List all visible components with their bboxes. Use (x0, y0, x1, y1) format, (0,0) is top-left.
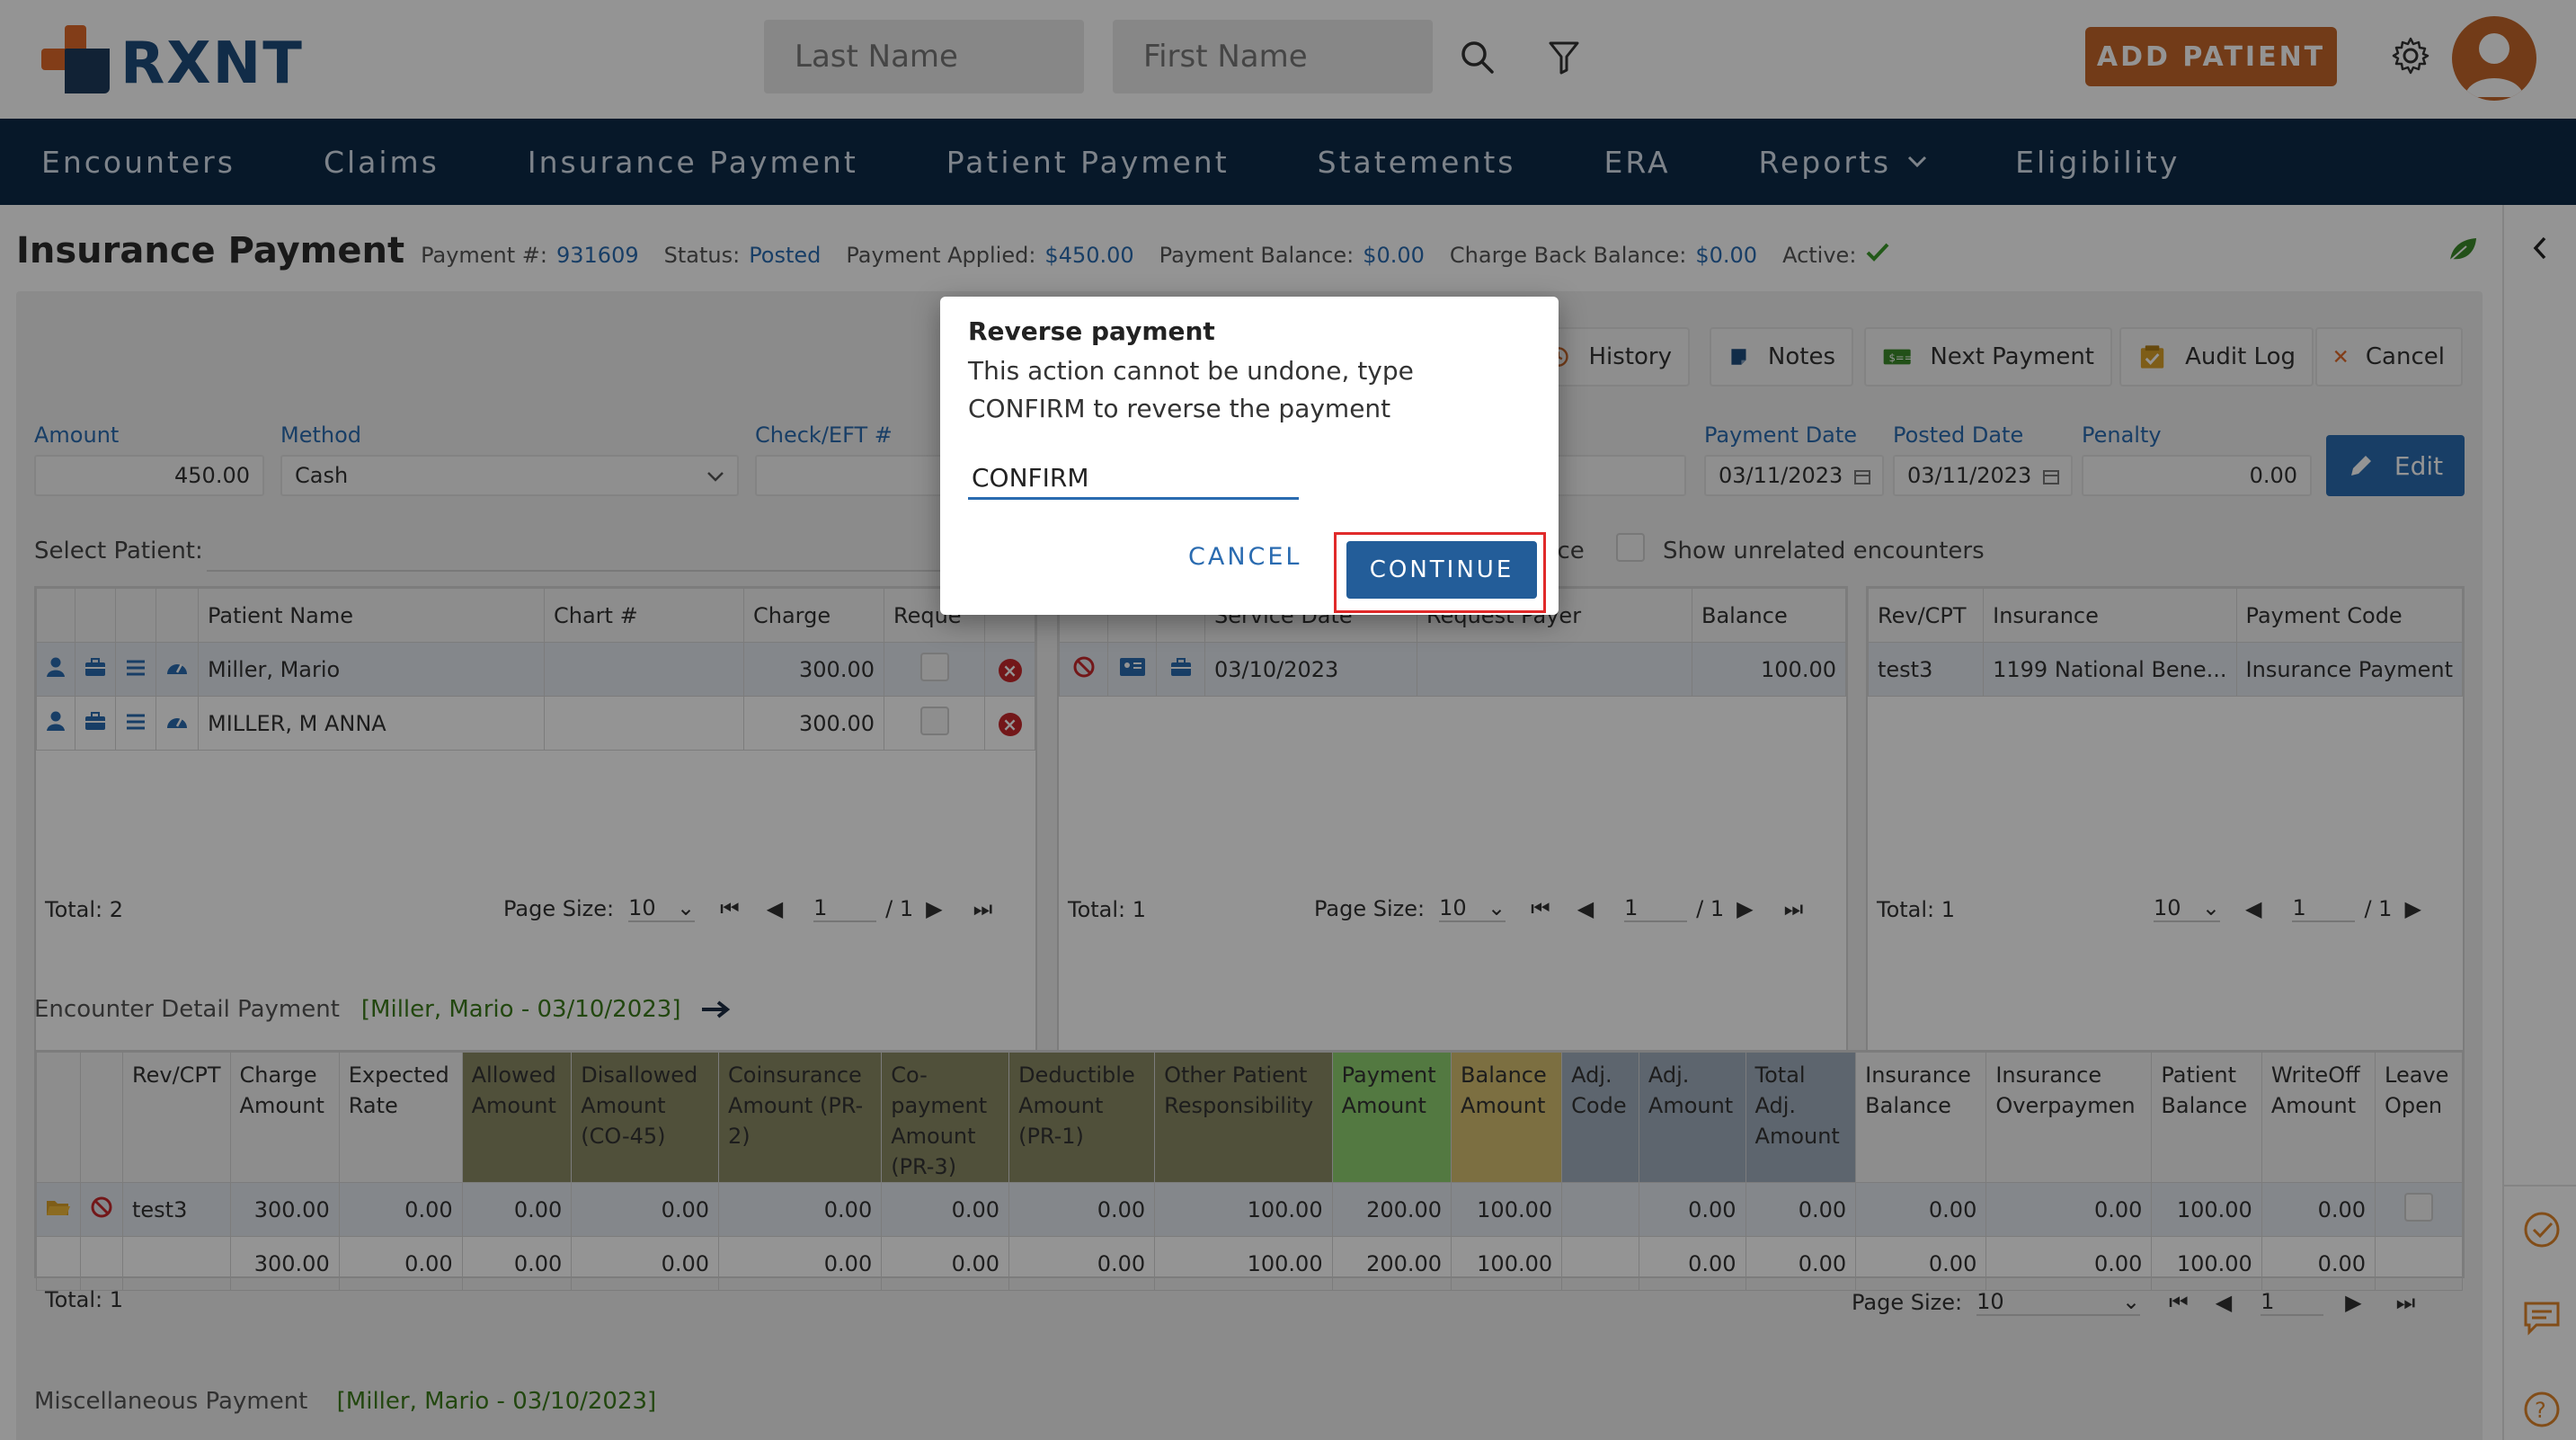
dialog-cancel-button[interactable]: CANCEL (1188, 543, 1301, 571)
continue-highlight-box (1334, 532, 1546, 613)
dialog-message: This action cannot be undone, type CONFI… (968, 356, 1414, 423)
dialog-title: Reverse payment (968, 316, 1215, 346)
confirm-input[interactable] (968, 458, 1299, 500)
modal-overlay[interactable] (0, 0, 2576, 1440)
